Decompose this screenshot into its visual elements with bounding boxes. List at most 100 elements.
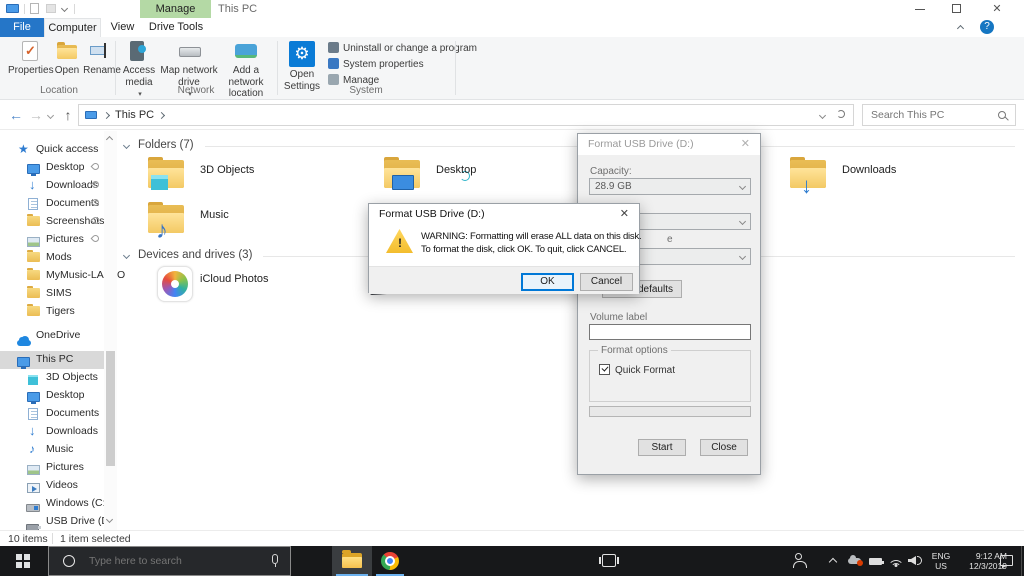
sidebar-item-this-pc[interactable]: This PC xyxy=(0,351,104,369)
sidebar-item-sims[interactable]: SIMS xyxy=(0,285,104,303)
speaker-wave-icon xyxy=(917,556,922,565)
onedrive-tray-icon[interactable] xyxy=(848,555,863,566)
tile-3d-objects[interactable]: 3D Objects xyxy=(142,155,342,199)
back-button[interactable]: ← xyxy=(4,100,28,130)
recent-locations-dropdown-icon[interactable] xyxy=(46,111,55,120)
downloads-icon: ↓ xyxy=(29,177,36,192)
refresh-icon[interactable] xyxy=(837,110,845,118)
action-center-icon[interactable] xyxy=(1000,555,1013,569)
close-icon[interactable]: ✕ xyxy=(741,137,750,150)
sidebar-item-mymusic[interactable]: MyMusic-LAPTO xyxy=(0,267,125,285)
access-media-badge-icon xyxy=(138,45,146,53)
sidebar-item-pc-downloads[interactable]: ↓ Downloads xyxy=(0,423,104,441)
sidebar-item-screenshots[interactable]: Screenshots xyxy=(0,213,104,231)
sidebar-item-quick-access[interactable]: ★ Quick access xyxy=(0,141,104,159)
collapse-ribbon-icon[interactable] xyxy=(956,24,965,33)
tab-drive-tools[interactable]: Drive Tools xyxy=(144,18,208,37)
taskbar-search-input[interactable] xyxy=(87,552,257,570)
tab-computer[interactable]: Computer xyxy=(44,18,101,37)
sidebar-item-pc-documents[interactable]: Documents xyxy=(0,405,104,423)
devices-group-header[interactable]: Devices and drives (3) xyxy=(138,249,252,261)
cancel-button[interactable]: Cancel xyxy=(580,273,633,291)
close-button[interactable]: ✕ xyxy=(980,0,1014,18)
hidden-icons-chevron-icon[interactable] xyxy=(828,557,838,567)
folder-icon xyxy=(27,214,40,226)
tile-icloud-photos[interactable]: iCloud Photos xyxy=(142,264,342,308)
properties-button[interactable]: Properties xyxy=(8,39,54,77)
collapse-folders-icon[interactable] xyxy=(122,141,131,150)
speaker-icon[interactable] xyxy=(908,556,916,565)
tile-desktop[interactable]: Desktop xyxy=(378,155,578,199)
open-button[interactable]: Open xyxy=(52,39,82,77)
search-input[interactable] xyxy=(869,106,994,124)
ok-button[interactable]: OK xyxy=(521,273,574,291)
wifi-icon[interactable] xyxy=(888,555,904,567)
taskbar-file-explorer[interactable] xyxy=(332,546,372,576)
pin-icon xyxy=(90,233,101,244)
scrollbar-thumb[interactable] xyxy=(106,351,115,466)
sidebar-item-documents[interactable]: Documents xyxy=(0,195,104,213)
language-indicator[interactable]: ENG US xyxy=(928,551,954,571)
sidebar-item-pc-pictures[interactable]: Pictures xyxy=(0,459,104,477)
breadcrumb-chevron-icon[interactable] xyxy=(102,111,111,120)
taskbar-search[interactable] xyxy=(48,546,291,576)
properties-label: Properties xyxy=(8,65,54,76)
sidebar-item-windows-c[interactable]: Windows (C:) xyxy=(0,495,109,513)
microphone-icon[interactable] xyxy=(272,554,278,567)
customize-qat-dropdown-icon[interactable] xyxy=(60,4,69,13)
sidebar-item-tigers[interactable]: Tigers xyxy=(0,303,104,321)
address-dropdown-icon[interactable] xyxy=(818,111,827,120)
task-view-button[interactable] xyxy=(296,546,619,576)
quick-format-checkbox[interactable] xyxy=(599,364,610,375)
sidebar-item-pc-desktop[interactable]: Desktop xyxy=(0,387,104,405)
folders-group-header[interactable]: Folders (7) xyxy=(138,139,194,151)
help-icon[interactable]: ? xyxy=(980,20,994,34)
language-line1: ENG xyxy=(931,551,951,561)
scroll-down-icon[interactable] xyxy=(105,515,114,524)
divider xyxy=(24,4,25,14)
system-properties-button[interactable]: System properties xyxy=(328,57,424,72)
divider xyxy=(455,41,456,95)
sidebar-item-onedrive[interactable]: OneDrive xyxy=(0,327,104,346)
rename-cursor-icon xyxy=(104,43,106,58)
sidebar-item-mods[interactable]: Mods xyxy=(0,249,104,267)
search-icon[interactable] xyxy=(998,111,1006,119)
sidebar-item-usb-drive[interactable]: USB Drive (D:) xyxy=(0,513,115,531)
tab-file[interactable]: File xyxy=(0,18,44,37)
close-icon[interactable]: ✕ xyxy=(620,207,629,220)
tab-view[interactable]: View xyxy=(101,18,144,37)
start-button[interactable]: Start xyxy=(638,439,686,456)
capacity-select[interactable]: 28.9 GB xyxy=(589,178,751,195)
battery-icon[interactable] xyxy=(869,558,884,565)
breadcrumb-this-pc[interactable]: This PC xyxy=(115,109,154,121)
new-folder-quick-icon[interactable] xyxy=(46,4,56,13)
sidebar-item-pc-music[interactable]: ♪ Music xyxy=(0,441,104,459)
rename-button[interactable]: Rename xyxy=(82,39,122,77)
tile-downloads[interactable]: ↓ Downloads xyxy=(784,155,984,199)
scroll-up-icon[interactable] xyxy=(105,135,114,144)
breadcrumb-chevron-icon[interactable] xyxy=(157,111,166,120)
properties-quick-icon[interactable] xyxy=(30,3,39,14)
start-button[interactable] xyxy=(0,546,48,576)
sidebar-scrollbar[interactable] xyxy=(104,131,117,530)
sidebar-item-pictures[interactable]: Pictures xyxy=(0,231,104,249)
up-button[interactable]: ↑ xyxy=(58,100,78,130)
sidebar-item-desktop[interactable]: Desktop xyxy=(0,159,104,177)
people-icon[interactable] xyxy=(793,553,807,568)
forward-button[interactable]: → xyxy=(26,100,46,130)
maximize-button[interactable] xyxy=(940,0,974,18)
sidebar-item-pc-videos[interactable]: Videos xyxy=(0,477,104,495)
quick-format-label[interactable]: Quick Format xyxy=(615,365,675,376)
search-box[interactable] xyxy=(862,104,1016,126)
sidebar-item-3d-objects[interactable]: 3D Objects xyxy=(0,369,104,387)
address-bar[interactable]: This PC xyxy=(78,104,854,126)
close-format-button[interactable]: Close xyxy=(700,439,748,456)
collapse-devices-icon[interactable] xyxy=(122,251,131,260)
sidebar-item-downloads[interactable]: ↓ Downloads xyxy=(0,177,104,195)
rename-label: Rename xyxy=(83,65,121,76)
taskbar-chrome[interactable] xyxy=(372,546,408,576)
computer-icon[interactable] xyxy=(6,4,19,13)
minimize-button[interactable] xyxy=(903,0,937,18)
volume-label-input[interactable] xyxy=(589,324,751,340)
tile-music[interactable]: ♪ Music xyxy=(142,200,342,244)
